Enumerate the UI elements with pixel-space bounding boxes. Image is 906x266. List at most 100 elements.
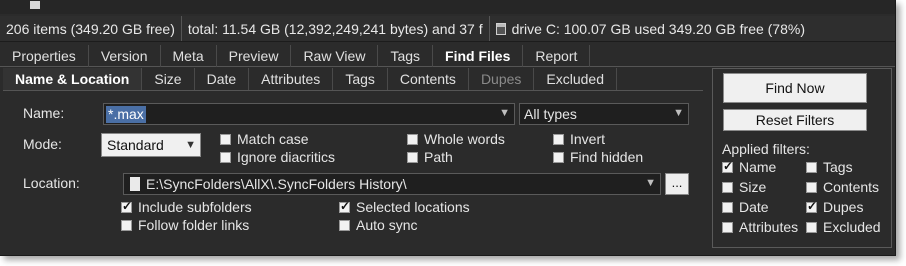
invert-checkbox[interactable]: Invert bbox=[553, 131, 605, 147]
subtab-excluded[interactable]: Excluded bbox=[534, 68, 617, 90]
follow-folder-links-checkbox[interactable]: Follow folder links bbox=[121, 217, 249, 233]
main-tabs: Properties Version Meta Preview Raw View… bbox=[0, 45, 895, 67]
follow-folder-links-label: Follow folder links bbox=[138, 217, 250, 233]
match-case-label: Match case bbox=[237, 131, 309, 147]
subtab-dupes[interactable]: Dupes bbox=[469, 68, 535, 90]
include-subfolders-label: Include subfolders bbox=[138, 199, 252, 215]
checkbox-box bbox=[806, 199, 817, 213]
checkbox-box bbox=[553, 133, 564, 145]
path-label: Path bbox=[424, 149, 453, 165]
auto-sync-label: Auto sync bbox=[356, 217, 418, 233]
checkbox-box bbox=[339, 219, 350, 231]
filter-contents-label: Contents bbox=[823, 179, 880, 195]
checkbox-box bbox=[806, 221, 817, 233]
find-now-button[interactable]: Find Now bbox=[723, 73, 867, 103]
tab-tags[interactable]: Tags bbox=[378, 45, 434, 67]
filter-excluded-label: Excluded bbox=[823, 219, 881, 235]
name-label: Name: bbox=[23, 105, 65, 121]
checkbox-box bbox=[407, 133, 418, 145]
file-list-clipped-row bbox=[0, 0, 895, 14]
chevron-down-icon: ▼ bbox=[185, 139, 196, 151]
checkbox-box bbox=[722, 181, 733, 193]
selected-locations-label: Selected locations bbox=[356, 199, 470, 215]
chevron-down-icon: ▼ bbox=[673, 107, 684, 119]
filter-tags-checkbox[interactable]: Tags bbox=[806, 159, 853, 175]
chevron-down-icon: ▼ bbox=[645, 177, 656, 189]
filter-attributes-label: Attributes bbox=[739, 219, 799, 235]
status-bar: 206 items (349.20 GB free) total: 11.54 … bbox=[0, 16, 895, 42]
filter-size-label: Size bbox=[739, 179, 767, 195]
filter-name-label: Name bbox=[739, 159, 777, 175]
reset-filters-button[interactable]: Reset Filters bbox=[723, 109, 867, 131]
path-checkbox[interactable]: Path bbox=[407, 149, 453, 165]
include-subfolders-checkbox[interactable]: Include subfolders bbox=[121, 199, 252, 215]
checkbox-box bbox=[722, 201, 733, 213]
checkbox-box bbox=[806, 181, 817, 193]
auto-sync-checkbox[interactable]: Auto sync bbox=[339, 217, 417, 233]
subtab-size[interactable]: Size bbox=[142, 68, 195, 90]
find-hidden-checkbox[interactable]: Find hidden bbox=[553, 149, 643, 165]
chevron-down-icon: ▼ bbox=[499, 107, 510, 119]
mode-label: Mode: bbox=[23, 136, 62, 152]
subtab-date[interactable]: Date bbox=[195, 68, 250, 90]
checkbox-box bbox=[407, 151, 418, 163]
browse-button[interactable]: ... bbox=[665, 173, 689, 195]
checkbox-box bbox=[220, 151, 231, 163]
whole-words-label: Whole words bbox=[424, 131, 505, 147]
status-items: 206 items (349.20 GB free) bbox=[0, 16, 182, 41]
checkbox-box bbox=[121, 219, 132, 231]
name-input-value: *.max bbox=[106, 106, 146, 123]
clipped-row-icon bbox=[30, 1, 40, 9]
find-sub-tabs: Name & Location Size Date Attributes Tag… bbox=[3, 68, 617, 90]
invert-label: Invert bbox=[570, 131, 606, 147]
location-label: Location: bbox=[23, 175, 80, 191]
ignore-diacritics-checkbox[interactable]: Ignore diacritics bbox=[220, 149, 335, 165]
checkbox-box bbox=[722, 159, 733, 173]
filter-attributes-checkbox[interactable]: Attributes bbox=[722, 219, 798, 235]
find-actions-panel: Find Now Reset Filters Applied filters: … bbox=[712, 68, 892, 248]
status-total: total: 11.54 GB (12,392,249,241 bytes) a… bbox=[182, 16, 490, 41]
filter-contents-checkbox[interactable]: Contents bbox=[806, 179, 879, 195]
ignore-diacritics-label: Ignore diacritics bbox=[237, 149, 336, 165]
selected-locations-checkbox[interactable]: Selected locations bbox=[339, 199, 470, 215]
mode-select[interactable]: Standard ▼ bbox=[101, 133, 201, 157]
whole-words-checkbox[interactable]: Whole words bbox=[407, 131, 505, 147]
filter-dupes-label: Dupes bbox=[823, 199, 864, 215]
filter-size-checkbox[interactable]: Size bbox=[722, 179, 766, 195]
tab-preview[interactable]: Preview bbox=[217, 45, 292, 67]
subtab-name-location[interactable]: Name & Location bbox=[3, 68, 143, 90]
tab-raw-view[interactable]: Raw View bbox=[291, 45, 379, 67]
name-input[interactable]: *.max ▼ bbox=[103, 103, 515, 125]
drive-icon bbox=[495, 22, 506, 35]
mode-value: Standard bbox=[107, 137, 164, 153]
filter-tags-label: Tags bbox=[823, 159, 853, 175]
checkbox-box bbox=[220, 133, 231, 145]
tab-version[interactable]: Version bbox=[89, 45, 161, 67]
filter-excluded-checkbox[interactable]: Excluded bbox=[806, 219, 881, 235]
match-case-checkbox[interactable]: Match case bbox=[220, 131, 309, 147]
checkbox-box bbox=[722, 221, 733, 233]
find-hidden-label: Find hidden bbox=[570, 149, 644, 165]
subtab-tags[interactable]: Tags bbox=[333, 68, 388, 90]
tab-find-files[interactable]: Find Files bbox=[433, 45, 524, 67]
file-types-value: All types bbox=[524, 106, 577, 122]
applied-filters-title: Applied filters: bbox=[722, 141, 810, 157]
checkbox-box bbox=[806, 161, 817, 173]
tab-properties[interactable]: Properties bbox=[0, 45, 89, 67]
status-drive-text: drive C: 100.07 GB used 349.20 GB free (… bbox=[511, 20, 805, 37]
location-input[interactable]: E:\SyncFolders\AllX\.SyncFolders History… bbox=[123, 173, 661, 195]
name-location-panel: Name: *.max ▼ All types ▼ Mode: Standard… bbox=[3, 90, 703, 250]
filter-date-label: Date bbox=[739, 199, 769, 215]
file-types-select[interactable]: All types ▼ bbox=[519, 103, 689, 125]
location-value: E:\SyncFolders\AllX\.SyncFolders History… bbox=[146, 176, 407, 192]
subtab-attributes[interactable]: Attributes bbox=[249, 68, 334, 90]
checkbox-box bbox=[553, 151, 564, 163]
filter-date-checkbox[interactable]: Date bbox=[722, 199, 769, 215]
filter-name-checkbox[interactable]: Name bbox=[722, 159, 776, 175]
tab-meta[interactable]: Meta bbox=[161, 45, 217, 67]
checkbox-box bbox=[339, 199, 350, 213]
filter-dupes-checkbox[interactable]: Dupes bbox=[806, 199, 863, 215]
subtab-contents[interactable]: Contents bbox=[388, 68, 469, 90]
find-files-window: 206 items (349.20 GB free) total: 11.54 … bbox=[0, 0, 896, 256]
tab-report[interactable]: Report bbox=[523, 45, 591, 67]
